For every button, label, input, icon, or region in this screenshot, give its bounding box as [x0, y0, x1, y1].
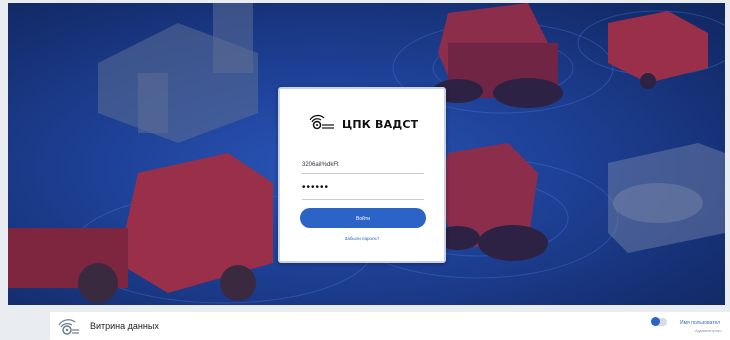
brand-logo: ЦПК ВАДСТ: [308, 111, 420, 137]
forgot-password-link[interactable]: Забыли пароль?: [280, 236, 444, 241]
brand-name: ЦПК ВАДСТ: [342, 117, 419, 131]
username-field[interactable]: 3206aiI%dkFt: [302, 157, 424, 174]
login-button[interactable]: Войти: [300, 208, 426, 228]
toggle-knob: [651, 317, 660, 326]
password-field[interactable]: ••••••: [302, 179, 424, 200]
theme-toggle[interactable]: [651, 317, 667, 326]
user-role: Администрато: [695, 328, 722, 333]
user-name[interactable]: Имя пользовател: [680, 320, 720, 326]
app-header-bar: Витрина данных Имя пользовател Администр…: [50, 312, 730, 340]
brand-signal-icon: [309, 114, 334, 130]
app-title: Витрина данных: [90, 321, 159, 331]
login-card: ЦПК ВАДСТ 3206aiI%dkFt •••••• Войти Забы…: [278, 87, 446, 263]
app-logo-icon: [58, 319, 79, 335]
